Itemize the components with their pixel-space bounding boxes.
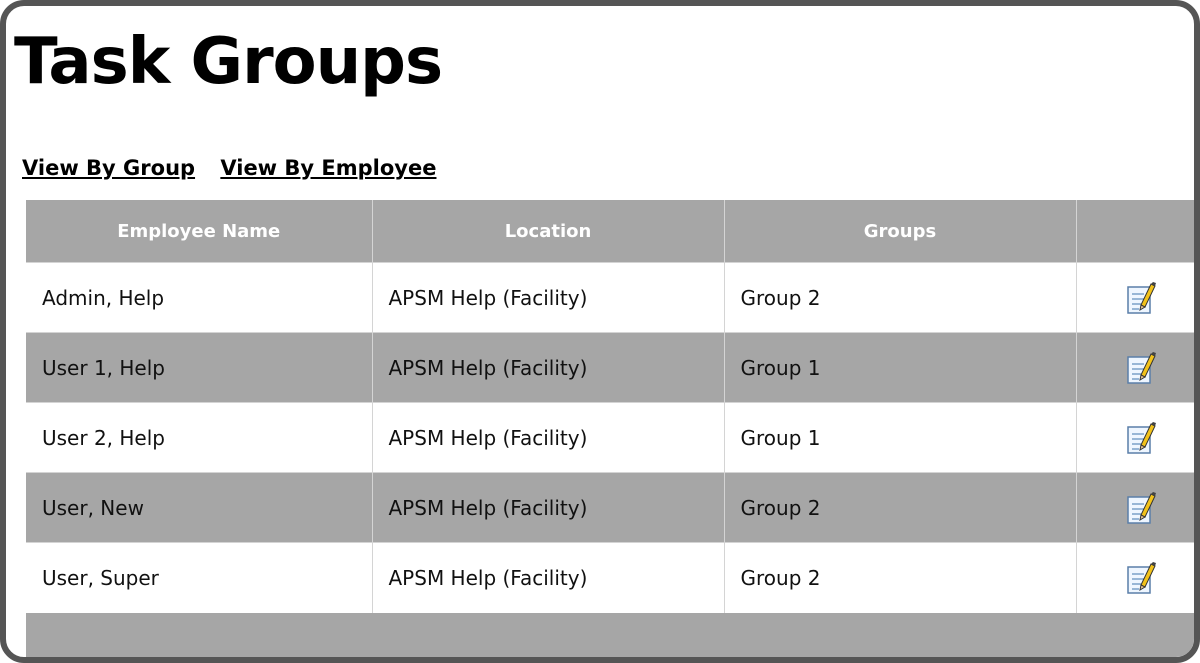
cell-employee-name: Admin, Help	[26, 262, 372, 333]
page-title: Task Groups	[14, 25, 443, 99]
column-header-groups[interactable]: Groups	[723, 200, 1076, 263]
cell-edit	[1075, 472, 1194, 543]
column-header-actions	[1075, 200, 1194, 263]
edit-icon[interactable]	[1126, 561, 1157, 595]
edit-icon[interactable]	[1126, 281, 1157, 315]
table-row: User 1, Help APSM Help (Facility) Group …	[26, 332, 1194, 403]
cell-group: Group 1	[723, 402, 1076, 473]
cell-edit	[1075, 542, 1194, 613]
edit-icon[interactable]	[1126, 491, 1157, 525]
cell-location: APSM Help (Facility)	[371, 332, 724, 403]
cell-location: APSM Help (Facility)	[371, 542, 724, 613]
cell-location: APSM Help (Facility)	[371, 402, 724, 473]
table-row: User, New APSM Help (Facility) Group 2	[26, 472, 1194, 543]
cell-employee-name: User, Super	[26, 542, 372, 613]
cell-group: Group 2	[723, 262, 1076, 333]
table-row: Admin, Help APSM Help (Facility) Group 2	[26, 262, 1194, 333]
cell-group: Group 2	[723, 542, 1076, 613]
cell-location: APSM Help (Facility)	[371, 472, 724, 543]
column-header-location[interactable]: Location	[371, 200, 724, 263]
task-groups-grid: Employee Name Location Groups Admin, Hel…	[26, 200, 1194, 657]
table-row: User, Super APSM Help (Facility) Group 2	[26, 542, 1194, 613]
task-groups-table: Employee Name Location Groups Admin, Hel…	[26, 200, 1194, 613]
view-by-employee-link[interactable]: View By Employee	[220, 156, 436, 180]
table-header-row: Employee Name Location Groups	[26, 200, 1194, 263]
cell-employee-name: User 1, Help	[26, 332, 372, 403]
edit-icon[interactable]	[1126, 351, 1157, 385]
edit-icon[interactable]	[1126, 421, 1157, 455]
view-by-group-link[interactable]: View By Group	[22, 156, 195, 180]
window-frame: Task Groups View By Group View By Employ…	[0, 0, 1200, 663]
cell-location: APSM Help (Facility)	[371, 262, 724, 333]
cell-employee-name: User 2, Help	[26, 402, 372, 473]
cell-edit	[1075, 262, 1194, 333]
column-header-employee-name[interactable]: Employee Name	[26, 200, 372, 263]
view-links: View By Group View By Employee	[22, 156, 454, 180]
table-row: User 2, Help APSM Help (Facility) Group …	[26, 402, 1194, 473]
cell-group: Group 2	[723, 472, 1076, 543]
cell-group: Group 1	[723, 332, 1076, 403]
cell-edit	[1075, 402, 1194, 473]
cell-employee-name: User, New	[26, 472, 372, 543]
cell-edit	[1075, 332, 1194, 403]
